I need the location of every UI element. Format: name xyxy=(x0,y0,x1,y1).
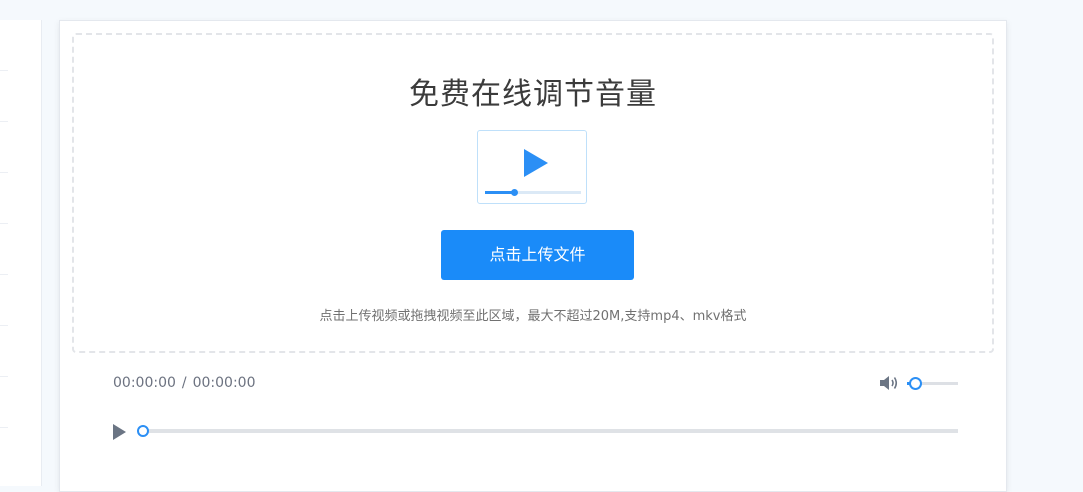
current-time: 00:00:00 xyxy=(113,375,176,391)
playback-progress-handle[interactable] xyxy=(137,425,149,437)
video-play-icon xyxy=(477,130,587,204)
upload-file-button[interactable]: 点击上传文件 xyxy=(441,230,634,280)
play-button[interactable] xyxy=(113,424,127,440)
time-separator: / xyxy=(181,375,187,391)
left-sidebar xyxy=(0,20,42,486)
volume-icon[interactable] xyxy=(878,373,900,393)
sidebar-divider xyxy=(0,172,8,173)
playback-progress-track[interactable] xyxy=(142,429,958,433)
illustration-progress-dot xyxy=(510,189,518,196)
sidebar-divider xyxy=(0,376,8,377)
total-time: 00:00:00 xyxy=(192,375,256,391)
sidebar-divider xyxy=(0,325,8,326)
page-title: 免费在线调节音量 xyxy=(409,77,657,112)
sidebar-divider xyxy=(0,427,8,428)
sidebar-divider xyxy=(0,274,8,275)
volume-slider-handle[interactable] xyxy=(908,377,922,390)
play-icon xyxy=(113,424,126,440)
illustration-progress-fill xyxy=(485,191,514,194)
time-display: 00:00:00 / 00:00:00 xyxy=(113,375,256,391)
tool-card: 免费在线调节音量 点击上传文件 点击上传视频或拖拽视频至此区域，最大不超过20M… xyxy=(59,20,1007,492)
sidebar-divider xyxy=(0,223,8,224)
upload-hint: 点击上传视频或拖拽视频至此区域，最大不超过20M,支持mp4、mkv格式 xyxy=(319,309,747,324)
sidebar-divider xyxy=(0,121,8,122)
sidebar-divider xyxy=(0,70,8,71)
play-triangle-icon xyxy=(524,149,548,177)
upload-dropzone[interactable]: 免费在线调节音量 点击上传文件 点击上传视频或拖拽视频至此区域，最大不超过20M… xyxy=(72,33,994,353)
